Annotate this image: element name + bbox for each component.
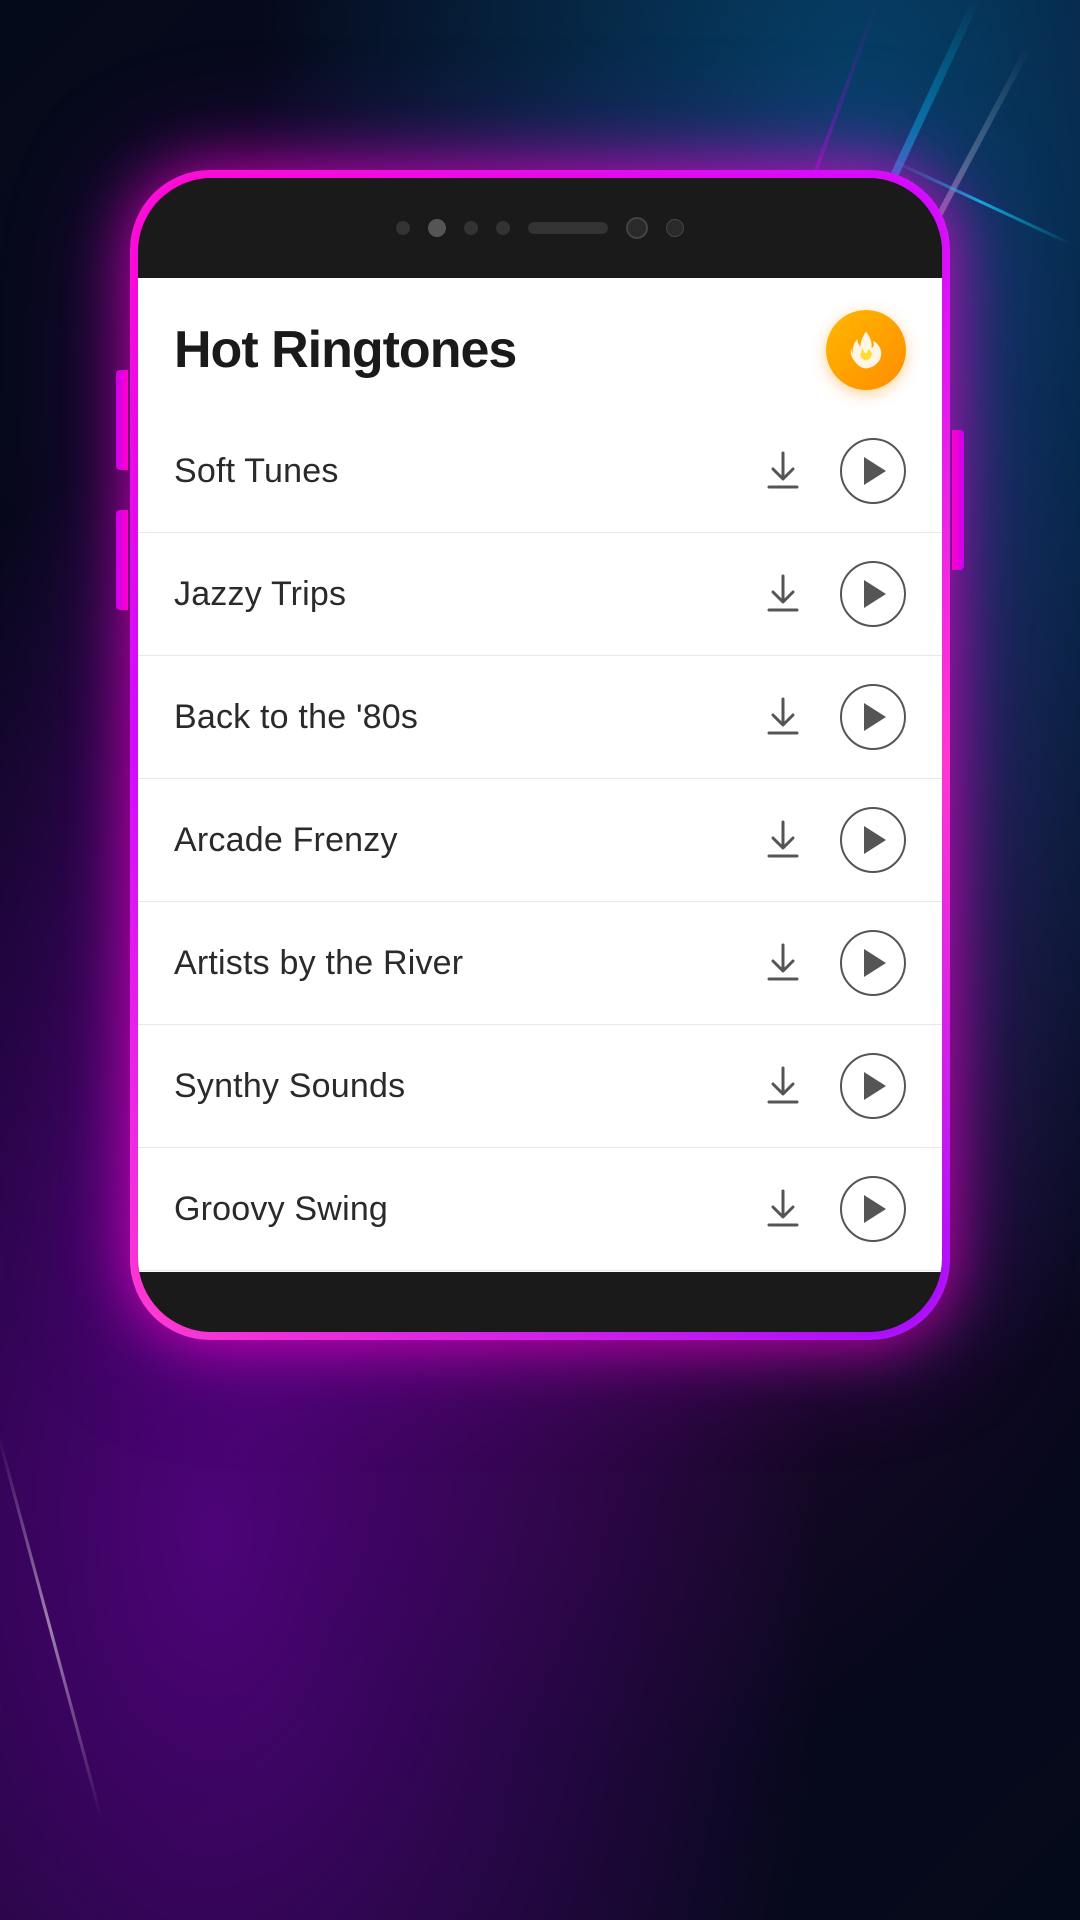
play-triangle-icon (864, 457, 886, 485)
download-icon (765, 1189, 801, 1229)
play-triangle-icon (864, 1072, 886, 1100)
phone-frame: Hot Ringtones Soft Tunes Jazzy Trips (130, 170, 950, 1340)
play-button[interactable] (840, 684, 906, 750)
side-button-volume-down (116, 510, 128, 610)
app-screen: Hot Ringtones Soft Tunes Jazzy Trips (138, 278, 942, 1272)
download-button[interactable] (754, 1180, 812, 1238)
side-button-power (952, 430, 964, 570)
play-button[interactable] (840, 1176, 906, 1242)
ringtone-name: Soft Tunes (174, 452, 738, 491)
speaker-grill (528, 222, 608, 234)
ringtone-name: Arcade Frenzy (174, 821, 738, 860)
ringtone-name: Jazzy Trips (174, 575, 738, 614)
app-title: Hot Ringtones (174, 320, 516, 380)
topbar-indicators (396, 217, 684, 239)
app-header: Hot Ringtones (138, 278, 942, 410)
dot-1 (396, 221, 410, 235)
download-button[interactable] (754, 934, 812, 992)
play-button[interactable] (840, 807, 906, 873)
dot-5 (666, 219, 684, 237)
download-icon (765, 451, 801, 491)
phone-screen: Hot Ringtones Soft Tunes Jazzy Trips (138, 178, 942, 1332)
ringtone-name: Back to the '80s (174, 698, 738, 737)
ringtone-name: Synthy Sounds (174, 1067, 738, 1106)
download-icon (765, 574, 801, 614)
list-item: Artists by the River (138, 902, 942, 1025)
play-triangle-icon (864, 703, 886, 731)
ringtone-name: Artists by the River (174, 944, 738, 983)
phone-topbar (138, 178, 942, 278)
play-triangle-icon (864, 949, 886, 977)
list-item: Groovy Swing (138, 1148, 942, 1271)
download-button[interactable] (754, 1057, 812, 1115)
list-item: Soft Tunes (138, 410, 942, 533)
play-button[interactable] (840, 930, 906, 996)
dot-4 (496, 221, 510, 235)
ringtone-name: Groovy Swing (174, 1190, 738, 1229)
play-triangle-icon (864, 1195, 886, 1223)
list-item: Synthy Sounds (138, 1025, 942, 1148)
play-button[interactable] (840, 561, 906, 627)
phone-bottombar (138, 1272, 942, 1332)
list-item: Arcade Frenzy (138, 779, 942, 902)
dot-3 (464, 221, 478, 235)
list-item: Back to the '80s (138, 656, 942, 779)
ringtone-list: Soft Tunes Jazzy Trips Back to the '80s … (138, 410, 942, 1272)
download-icon (765, 1066, 801, 1106)
download-button[interactable] (754, 442, 812, 500)
play-triangle-icon (864, 580, 886, 608)
download-button[interactable] (754, 565, 812, 623)
download-button[interactable] (754, 688, 812, 746)
fire-button[interactable] (826, 310, 906, 390)
dot-2 (428, 219, 446, 237)
play-button[interactable] (840, 438, 906, 504)
list-item: Jazzy Trips (138, 533, 942, 656)
side-button-volume-up (116, 370, 128, 470)
fire-icon (844, 328, 888, 372)
download-icon (765, 943, 801, 983)
front-camera (626, 217, 648, 239)
download-button[interactable] (754, 811, 812, 869)
download-icon (765, 697, 801, 737)
download-icon (765, 820, 801, 860)
play-button[interactable] (840, 1053, 906, 1119)
play-triangle-icon (864, 826, 886, 854)
